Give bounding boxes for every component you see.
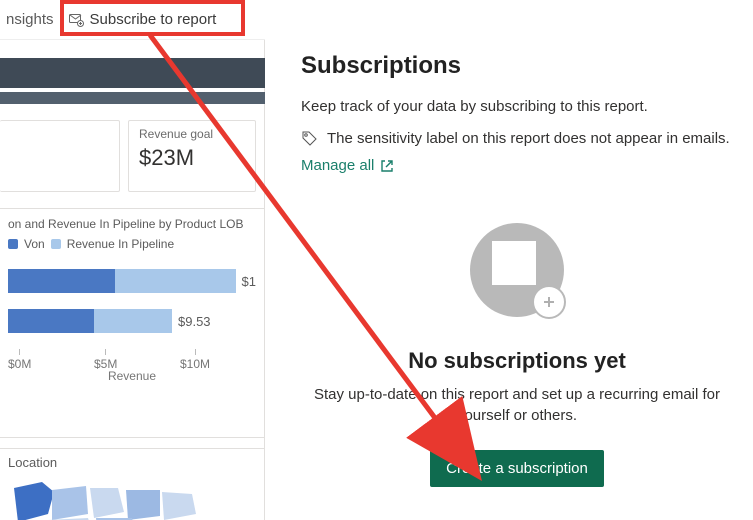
legend-swatch-1 <box>51 239 61 249</box>
subscribe-to-report-button[interactable]: Subscribe to report <box>60 7 225 32</box>
map-title: Location <box>8 455 256 470</box>
toolbar-insights-truncated[interactable]: nsights <box>6 11 54 28</box>
map-card[interactable]: Location <box>0 448 265 520</box>
bar-value-1: $9.53 <box>178 314 211 329</box>
kpi-title: Revenue goal <box>139 127 245 141</box>
external-link-icon <box>380 159 394 173</box>
legend-swatch-0 <box>8 239 18 249</box>
report-canvas-partial: Revenue goal $23M on and Revenue In Pipe… <box>0 40 265 520</box>
legend-label-1: Revenue In Pipeline <box>67 237 174 251</box>
kpi-card-revenue-goal: Revenue goal $23M <box>128 120 256 192</box>
empty-state-icon <box>470 223 564 317</box>
bar-row-0: $1 <box>8 269 256 293</box>
empty-state: No subscriptions yet Stay up-to-date on … <box>301 223 733 487</box>
bar-chart-card[interactable]: on and Revenue In Pipeline by Product LO… <box>0 208 265 438</box>
chart-legend: Von Revenue In Pipeline <box>8 237 256 251</box>
sensitivity-row: The sensitivity label on this report doe… <box>301 129 733 147</box>
subscribe-label: Subscribe to report <box>90 11 217 28</box>
legend-label-0: Von <box>24 237 45 251</box>
manage-all-link[interactable]: Manage all <box>301 157 394 174</box>
chart-x-axis: $0M $5M $10M Revenue <box>8 349 256 377</box>
manage-all-label: Manage all <box>301 157 374 174</box>
empty-state-description: Stay up-to-date on this report and set u… <box>301 384 733 426</box>
bar-value-0: $1 <box>242 274 256 289</box>
tag-icon <box>301 129 319 147</box>
chart-title: on and Revenue In Pipeline by Product LO… <box>8 217 256 231</box>
chart-plot-area: $1 $9.53 <box>8 269 256 333</box>
bar-row-1: $9.53 <box>8 309 256 333</box>
kpi-card-blank <box>0 120 120 192</box>
subscribe-icon <box>68 12 84 28</box>
kpi-value: $23M <box>139 145 245 171</box>
create-subscription-button[interactable]: Create a subscription <box>430 450 604 487</box>
x-axis-label: Revenue <box>8 369 256 383</box>
panel-title: Subscriptions <box>301 52 733 80</box>
sensitivity-text: The sensitivity label on this report doe… <box>327 130 730 147</box>
plus-icon <box>532 285 566 319</box>
toolbar: nsights Subscribe to report <box>0 0 265 40</box>
subscriptions-panel: Subscriptions Keep track of your data by… <box>265 0 753 520</box>
panel-subtitle: Keep track of your data by subscribing t… <box>301 98 733 115</box>
empty-state-title: No subscriptions yet <box>301 348 733 374</box>
map-thumbnail <box>8 470 258 520</box>
